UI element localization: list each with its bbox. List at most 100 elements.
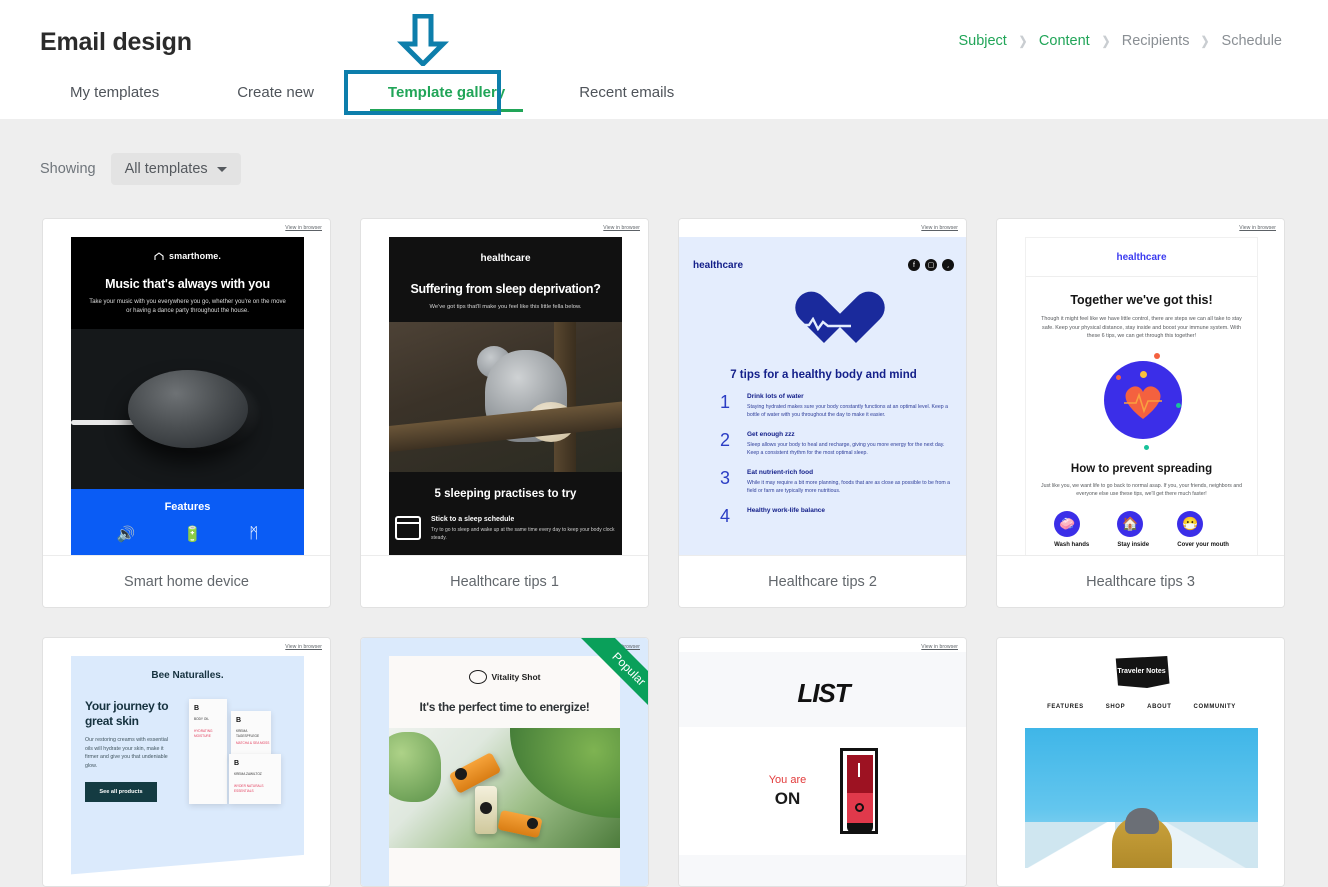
tip-body: Sleep allows your body to heal and recha… — [747, 442, 945, 457]
template-card[interactable]: View in browser Bee Naturalles. Your jou… — [42, 637, 331, 887]
template-headline: Music that's always with you — [105, 277, 270, 291]
tip-title: Stick to a sleep schedule — [431, 516, 515, 523]
calendar-icon — [395, 516, 421, 540]
showing-label: Showing — [40, 161, 96, 177]
tab-template-gallery[interactable]: Template gallery — [369, 76, 524, 112]
tip-body: While it may require a bit more planning… — [747, 480, 950, 495]
template-headline: 7 tips for a healthy body and mind — [730, 369, 917, 381]
nav-item-about[interactable]: ABOUT — [1147, 704, 1171, 710]
popular-ribbon-label: Popular — [571, 638, 648, 727]
template-headline: Together we've got this! — [1070, 293, 1213, 307]
breadcrumb-item-content[interactable]: Content — [1039, 33, 1090, 49]
template-preview: View in browser LIST You are ON — [679, 638, 966, 886]
tab-recent-emails[interactable]: Recent emails — [561, 76, 692, 112]
template-section: 5 sleeping practises to try — [434, 488, 577, 500]
icon-label: Cover your mouth — [1177, 541, 1229, 548]
tip-number: 2 — [719, 430, 730, 451]
features-section: Features 🔊 🔋 ᛗ — [71, 488, 304, 557]
template-headline: Your journey to great skin — [85, 699, 169, 728]
nav-item-community[interactable]: COMMUNITY — [1194, 704, 1236, 710]
breadcrumb-item-recipients[interactable]: Recipients — [1122, 33, 1190, 49]
template-grid: View in browser smarthome. Music that's … — [42, 218, 1286, 887]
template-card[interactable]: View in browser healthcare Together we'v… — [996, 218, 1285, 608]
features-heading: Features — [164, 500, 211, 513]
annotation-arrow-down-icon — [397, 14, 449, 66]
popular-ribbon: Popular — [557, 638, 648, 729]
template-card[interactable]: View in browser Vitality Shot It's the p… — [360, 637, 649, 887]
page-title: Email design — [40, 28, 192, 56]
template-brand: healthcare — [480, 253, 531, 264]
product-boxes: B BODY OIL HYDRATING MOISTURE B KREMA TA… — [187, 699, 297, 809]
status-value: ON — [774, 788, 801, 808]
template-subbody: Just like you, we want life to go back t… — [1041, 482, 1242, 498]
template-headline: Suffering from sleep deprivation? — [410, 282, 601, 296]
instagram-icon[interactable]: ▢ — [925, 259, 937, 271]
template-brand: smarthome. — [71, 237, 304, 261]
tab-bar: My templates Create new Template gallery… — [52, 76, 692, 112]
chevron-right-icon: ❯ — [1201, 34, 1210, 48]
view-in-browser-link[interactable]: View in browser — [921, 644, 958, 650]
nav-item-features[interactable]: FEATURES — [1047, 704, 1084, 710]
template-card[interactable]: View in browser smarthome. Music that's … — [42, 218, 331, 608]
tip-number: 3 — [719, 468, 730, 489]
email-preview-body: smarthome. Music that's always with you … — [71, 237, 304, 557]
template-preview: Traveler Notes FEATURES SHOP ABOUT COMMU… — [997, 638, 1284, 886]
template-preview: View in browser healthcare Suffering fro… — [361, 219, 648, 557]
nav-item-shop[interactable]: SHOP — [1106, 704, 1125, 710]
box-logo: B — [194, 705, 200, 712]
email-preview-body: LIST You are ON — [679, 652, 966, 886]
tip-number: 4 — [719, 506, 730, 527]
breadcrumb: Subject ❯ Content ❯ Recipients ❯ Schedul… — [958, 33, 1282, 49]
chevron-right-icon: ❯ — [1101, 34, 1111, 48]
tip-title: Drink lots of water — [747, 393, 804, 400]
hero-photo — [1025, 728, 1258, 868]
product-photo — [71, 328, 304, 489]
koala-photo — [389, 322, 622, 472]
template-brand: LIST — [797, 678, 850, 708]
email-preview-body: healthcare f ▢ ⸲ 7 tips for a healthy bo… — [679, 237, 966, 557]
email-preview-body: Bee Naturalles. Your journey to great sk… — [71, 656, 304, 886]
email-preview-body: healthcare Suffering from sleep deprivat… — [389, 237, 622, 557]
template-body: We've got tips that'll make you feel lik… — [429, 304, 582, 310]
tab-my-templates[interactable]: My templates — [52, 76, 177, 112]
heartbeat-icon — [793, 293, 855, 349]
tab-create-new[interactable]: Create new — [219, 76, 332, 112]
template-card[interactable]: Traveler Notes FEATURES SHOP ABOUT COMMU… — [996, 637, 1285, 887]
template-card[interactable]: View in browser healthcare Suffering fro… — [360, 218, 649, 608]
template-brand: healthcare — [693, 259, 744, 271]
box-tag: HYDRATING MOISTURE — [194, 729, 213, 738]
breadcrumb-item-schedule[interactable]: Schedule — [1222, 33, 1282, 49]
template-body: Though it might feel like we have little… — [1041, 316, 1242, 340]
template-card-title: Healthcare tips 3 — [997, 555, 1284, 607]
view-in-browser-link[interactable]: View in browser — [921, 225, 958, 231]
tip-title: Eat nutrient-rich food — [747, 469, 814, 477]
tip-title: Get enough zzz — [747, 431, 795, 439]
view-in-browser-link[interactable]: View in browser — [285, 225, 322, 231]
email-preview-body: Traveler Notes FEATURES SHOP ABOUT COMMU… — [1025, 646, 1258, 886]
fruit-icon — [468, 670, 487, 684]
cover-mouth-icon: 😷 — [1177, 510, 1204, 537]
template-preview: View in browser smarthome. Music that's … — [43, 219, 330, 557]
templates-filter-dropdown[interactable]: All templates — [110, 153, 241, 185]
template-preview: View in browser healthcare f ▢ ⸲ 7 tips … — [679, 219, 966, 557]
home-icon — [154, 251, 164, 260]
breadcrumb-item-subject[interactable]: Subject — [958, 33, 1006, 49]
twitter-icon[interactable]: ⸲ — [942, 259, 954, 271]
heart-illustration — [1092, 352, 1192, 453]
box-logo: B — [236, 717, 242, 724]
email-preview-body: healthcare Together we've got this! Thou… — [1025, 237, 1258, 557]
page-header: Email design Subject ❯ Content ❯ Recipie… — [0, 0, 1328, 119]
view-in-browser-link[interactable]: View in browser — [603, 225, 640, 231]
view-in-browser-link[interactable]: View in browser — [285, 644, 322, 650]
template-card-title: Healthcare tips 2 — [679, 555, 966, 607]
template-card[interactable]: View in browser healthcare f ▢ ⸲ 7 tips … — [678, 218, 967, 608]
facebook-icon[interactable]: f — [908, 259, 920, 271]
product-photo — [389, 728, 620, 848]
view-in-browser-link[interactable]: View in browser — [1239, 225, 1276, 231]
template-card[interactable]: View in browser LIST You are ON — [678, 637, 967, 887]
box-tag: WYDER NATURALS ESSENTIALS — [234, 784, 264, 793]
template-card-title: Smart home device — [43, 555, 330, 607]
box-name: KREMA ZAWILTOZ — [234, 772, 262, 776]
icon-label: Stay inside — [1117, 541, 1150, 548]
see-all-products-button[interactable]: See all products — [85, 781, 157, 802]
